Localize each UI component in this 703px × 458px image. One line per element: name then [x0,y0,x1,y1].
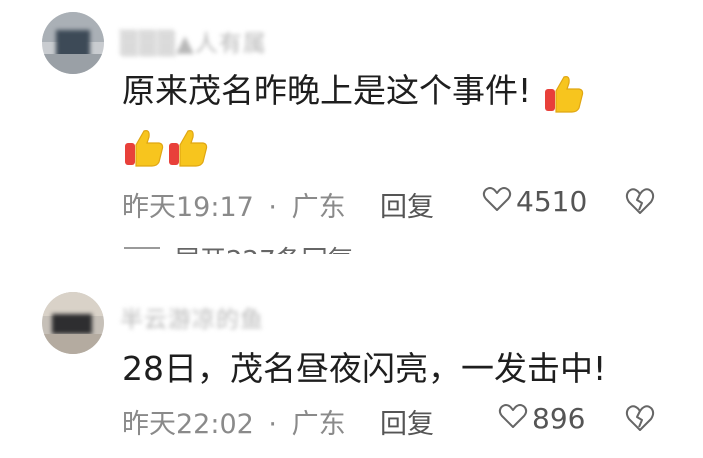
comment-text: 28日，茂名昼夜闪亮，一发击中! [122,349,607,388]
comment-meta: 昨天22:02 · 广东 [122,402,346,441]
comment-location: 广东 [291,409,346,440]
like-count: 4510 [516,184,588,218]
broken-heart-icon[interactable] [624,186,656,220]
meta-separator: · [268,409,277,440]
reply-button[interactable]: 回复 [380,185,434,224]
comment-location: 广东 [291,192,346,223]
thumbs-up-icon [166,125,210,169]
heart-icon [482,185,512,217]
broken-heart-icon[interactable] [624,403,656,437]
section-gap [0,254,703,282]
comment-time: 昨天19:17 [122,192,254,223]
thumbs-up-icon [542,71,586,115]
comment-item: ▒▒▒▲人有属 原来茂名昨晚上是这个事件! 昨天19:17 · 广东 回复 45… [0,0,703,260]
comment-item: 半云游凉的鱼 28日，茂名昼夜闪亮，一发击中! 昨天22:02 · 广东 回复 … [0,280,703,458]
comment-time: 昨天22:02 [122,409,254,440]
thumbs-up-icon [122,125,166,169]
comment-text: 原来茂名昨晚上是这个事件! [122,68,586,115]
expand-replies-button[interactable]: 展开227条回复 ⌄ [174,240,388,254]
username[interactable]: 半云游凉的鱼 [120,300,264,334]
comment-emoji-line [122,122,210,169]
heart-icon [498,402,528,434]
expand-text: 展开227条回复 [174,246,354,254]
like-button[interactable]: 896 [498,401,585,435]
like-count: 896 [532,401,586,435]
chevron-down-icon: ⌄ [366,246,388,254]
expand-divider [124,247,160,249]
comment-text-body: 原来茂名昨晚上是这个事件! [122,71,532,110]
reply-button[interactable]: 回复 [380,402,434,441]
meta-separator: · [268,192,277,223]
avatar[interactable] [42,12,104,74]
avatar[interactable] [42,292,104,354]
comment-meta: 昨天19:17 · 广东 [122,185,346,224]
like-button[interactable]: 4510 [482,184,587,218]
username[interactable]: ▒▒▒▲人有属 [120,24,267,58]
